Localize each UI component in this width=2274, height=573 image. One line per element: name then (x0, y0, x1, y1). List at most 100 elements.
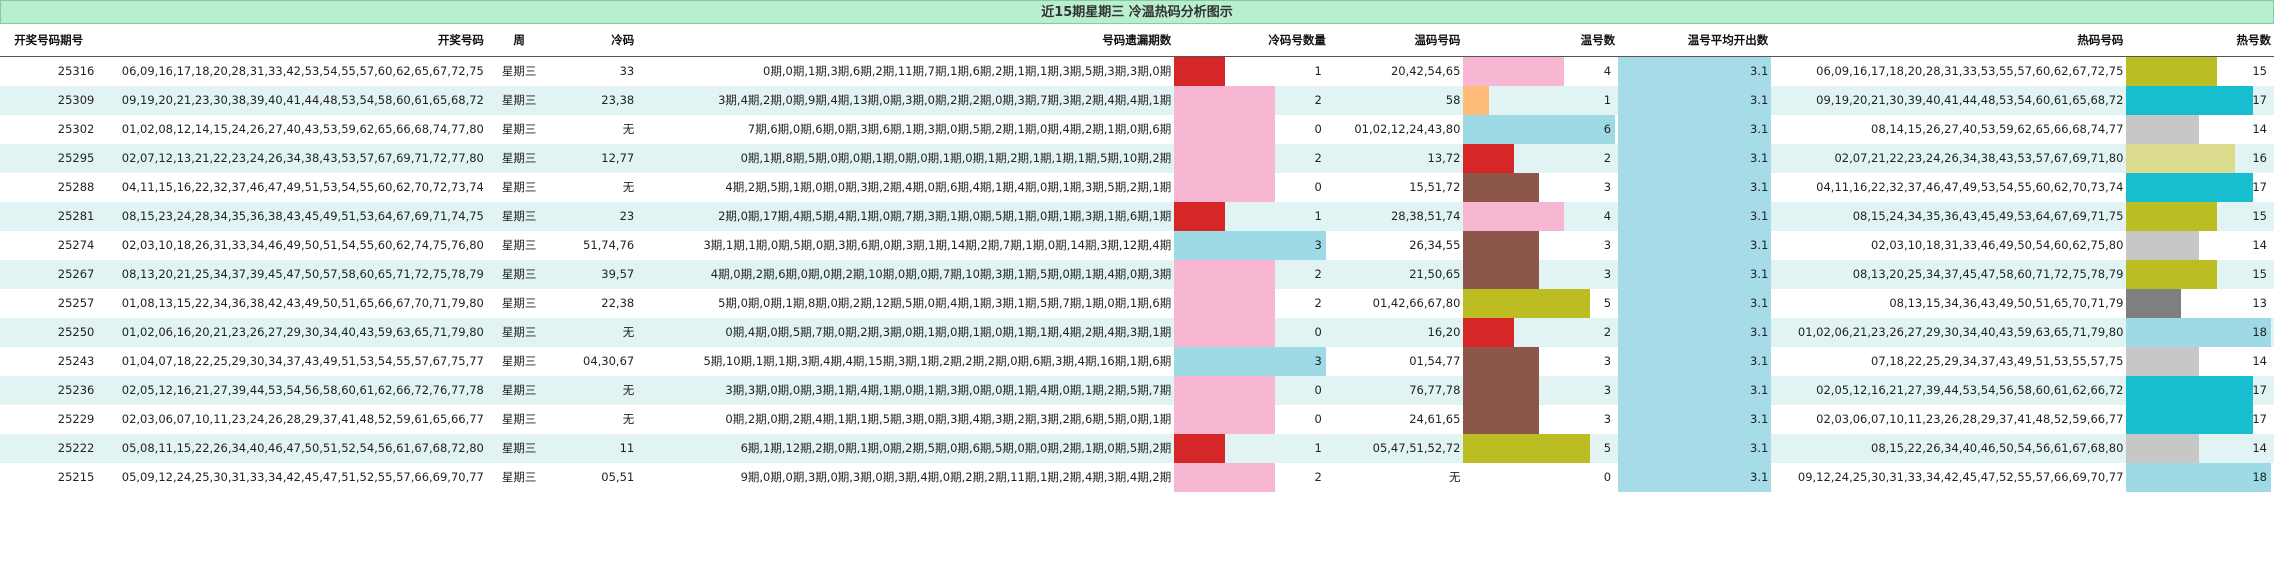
hot-count-value: 17 (2252, 411, 2267, 426)
weekday-cell: 星期三 (486, 433, 552, 463)
warm-avg-cell: 3.1 (1618, 143, 1772, 173)
cold-count-value: 3 (1314, 353, 1322, 368)
table-row: 25274 02,03,10,18,26,31,33,34,46,49,50,51… (0, 230, 2274, 260)
warm-count-value: 3 (1603, 353, 1612, 368)
warm-count-cell: 3 (1463, 259, 1619, 289)
numbers-cell: 01,08,13,15,22,34,36,38,42,43,49,50,51,6… (97, 288, 487, 318)
hot-count-cell: 16 (2126, 143, 2274, 173)
omit-cell: 4期,0期,2期,6期,0期,0期,2期,10期,0期,0期,7期,10期,3期… (637, 259, 1175, 289)
omit-cell: 7期,6期,0期,6期,0期,3期,6期,1期,3期,0期,5期,2期,1期,0… (637, 114, 1175, 144)
hot-count-cell: 15 (2126, 201, 2274, 231)
hot-cell: 01,02,06,21,23,26,27,29,30,34,40,43,59,6… (1771, 317, 2127, 347)
hot-cell: 02,03,06,07,10,11,23,26,28,29,37,41,48,5… (1771, 404, 2127, 434)
cold-count-value: 2 (1314, 92, 1322, 107)
omit-cell: 3期,1期,1期,0期,5期,0期,3期,6期,0期,3期,1期,14期,2期,… (637, 230, 1175, 260)
cold-count-cell: 1 (1174, 201, 1329, 231)
header-weekday: 周 (486, 24, 552, 57)
table-row: 25288 04,11,15,16,22,32,37,46,47,49,51,53… (0, 172, 2274, 202)
warm-avg-cell: 3.1 (1618, 259, 1772, 289)
hot-cell: 04,11,16,22,32,37,46,47,49,53,54,55,60,6… (1771, 172, 2127, 202)
warm-avg-cell: 3.1 (1618, 462, 1772, 492)
omit-cell: 0期,4期,0期,5期,7期,0期,2期,3期,0期,1期,0期,1期,0期,1… (637, 317, 1175, 347)
omit-cell: 0期,1期,8期,5期,0期,0期,1期,0期,0期,1期,0期,1期,2期,1… (637, 143, 1175, 173)
header-row: 开奖号码期号 开奖号码 周 冷码 号码遗漏期数 冷码号数量 温码号码 温号数 温… (0, 24, 2274, 57)
cold-cell: 无 (551, 317, 638, 347)
table-row: 25295 02,07,12,13,21,22,23,24,26,34,38,43… (0, 143, 2274, 173)
hot-count-value: 15 (2252, 63, 2267, 78)
warm-count-value: 1 (1603, 92, 1612, 107)
hot-count-value: 18 (2252, 324, 2267, 339)
warm-avg-cell: 3.1 (1618, 375, 1772, 405)
warm-cell: 21,50,65 (1328, 259, 1464, 289)
cold-count-cell: 2 (1174, 143, 1329, 173)
hot-cell: 09,12,24,25,30,31,33,34,42,45,47,52,55,5… (1771, 462, 2127, 492)
warm-count-value: 4 (1603, 208, 1612, 223)
hot-count-cell: 14 (2126, 346, 2274, 376)
warm-count-value: 3 (1603, 237, 1612, 252)
cold-count-cell: 0 (1174, 375, 1329, 405)
table-row: 25250 01,02,06,16,20,21,23,26,27,29,30,34… (0, 317, 2274, 347)
warm-cell: 01,02,12,24,43,80 (1328, 114, 1464, 144)
weekday-cell: 星期三 (486, 375, 552, 405)
weekday-cell: 星期三 (486, 259, 552, 289)
numbers-cell: 02,03,10,18,26,31,33,34,46,49,50,51,54,5… (97, 230, 487, 260)
table-row: 25302 01,02,08,12,14,15,24,26,27,40,43,53… (0, 114, 2274, 144)
numbers-cell: 01,02,08,12,14,15,24,26,27,40,43,53,59,6… (97, 114, 487, 144)
hot-count-cell: 15 (2126, 56, 2274, 86)
warm-cell: 28,38,51,74 (1328, 201, 1464, 231)
warm-cell: 24,61,65 (1328, 404, 1464, 434)
numbers-cell: 06,09,16,17,18,20,28,31,33,42,53,54,55,5… (97, 56, 487, 86)
cold-cell: 无 (551, 172, 638, 202)
cold-count-value: 0 (1314, 179, 1322, 194)
hot-count-cell: 17 (2126, 375, 2274, 405)
warm-count-cell: 3 (1463, 230, 1619, 260)
hot-count-value: 17 (2252, 92, 2267, 107)
table-row: 25281 08,15,23,24,28,34,35,36,38,43,45,49… (0, 201, 2274, 231)
hot-count-cell: 18 (2126, 317, 2274, 347)
cold-count-value: 0 (1314, 382, 1322, 397)
table-row: 25236 02,05,12,16,21,27,39,44,53,54,56,58… (0, 375, 2274, 405)
table-row: 25316 06,09,16,17,18,20,28,31,33,42,53,54… (0, 56, 2274, 86)
page-title: 近15期星期三 冷温热码分析图示 (0, 0, 2274, 24)
warm-count-value: 6 (1603, 121, 1612, 136)
cold-cell: 23,38 (551, 85, 638, 115)
period-cell: 25243 (0, 346, 98, 376)
omit-cell: 4期,2期,5期,1期,0期,0期,3期,2期,4期,0期,6期,4期,1期,4… (637, 172, 1175, 202)
warm-avg-cell: 3.1 (1618, 230, 1772, 260)
warm-cell: 01,54,77 (1328, 346, 1464, 376)
omit-cell: 0期,2期,0期,2期,4期,1期,1期,5期,3期,0期,3期,4期,3期,2… (637, 404, 1175, 434)
warm-avg-cell: 3.1 (1618, 172, 1772, 202)
cold-cell: 11 (551, 433, 638, 463)
omit-cell: 3期,4期,2期,0期,9期,4期,13期,0期,3期,0期,2期,2期,0期,… (637, 85, 1175, 115)
hot-count-cell: 17 (2126, 172, 2274, 202)
header-omit: 号码遗漏期数 (637, 24, 1175, 57)
numbers-cell: 02,05,12,16,21,27,39,44,53,54,56,58,60,6… (97, 375, 487, 405)
hot-count-value: 14 (2252, 440, 2267, 455)
period-cell: 25274 (0, 230, 98, 260)
warm-count-cell: 3 (1463, 172, 1619, 202)
warm-count-cell: 4 (1463, 56, 1619, 86)
cold-count-value: 3 (1314, 237, 1322, 252)
warm-cell: 76,77,78 (1328, 375, 1464, 405)
weekday-cell: 星期三 (486, 317, 552, 347)
hot-count-cell: 13 (2126, 288, 2274, 318)
table-row: 25243 01,04,07,18,22,25,29,30,34,37,43,49… (0, 346, 2274, 376)
hot-cell: 09,19,20,21,30,39,40,41,44,48,53,54,60,6… (1771, 85, 2127, 115)
warm-count-cell: 5 (1463, 433, 1619, 463)
warm-avg-cell: 3.1 (1618, 114, 1772, 144)
warm-cell: 01,42,66,67,80 (1328, 288, 1464, 318)
hot-count-value: 14 (2252, 353, 2267, 368)
warm-cell: 05,47,51,52,72 (1328, 433, 1464, 463)
hot-count-cell: 14 (2126, 114, 2274, 144)
hot-count-value: 14 (2252, 237, 2267, 252)
weekday-cell: 星期三 (486, 346, 552, 376)
warm-count-cell: 3 (1463, 404, 1619, 434)
warm-avg-cell: 3.1 (1618, 288, 1772, 318)
cold-count-value: 1 (1314, 63, 1322, 78)
omit-cell: 9期,0期,0期,3期,0期,3期,0期,3期,4期,0期,2期,2期,11期,… (637, 462, 1175, 492)
weekday-cell: 星期三 (486, 404, 552, 434)
hot-count-value: 14 (2252, 121, 2267, 136)
weekday-cell: 星期三 (486, 114, 552, 144)
warm-count-value: 5 (1603, 440, 1612, 455)
warm-count-value: 5 (1603, 295, 1612, 310)
